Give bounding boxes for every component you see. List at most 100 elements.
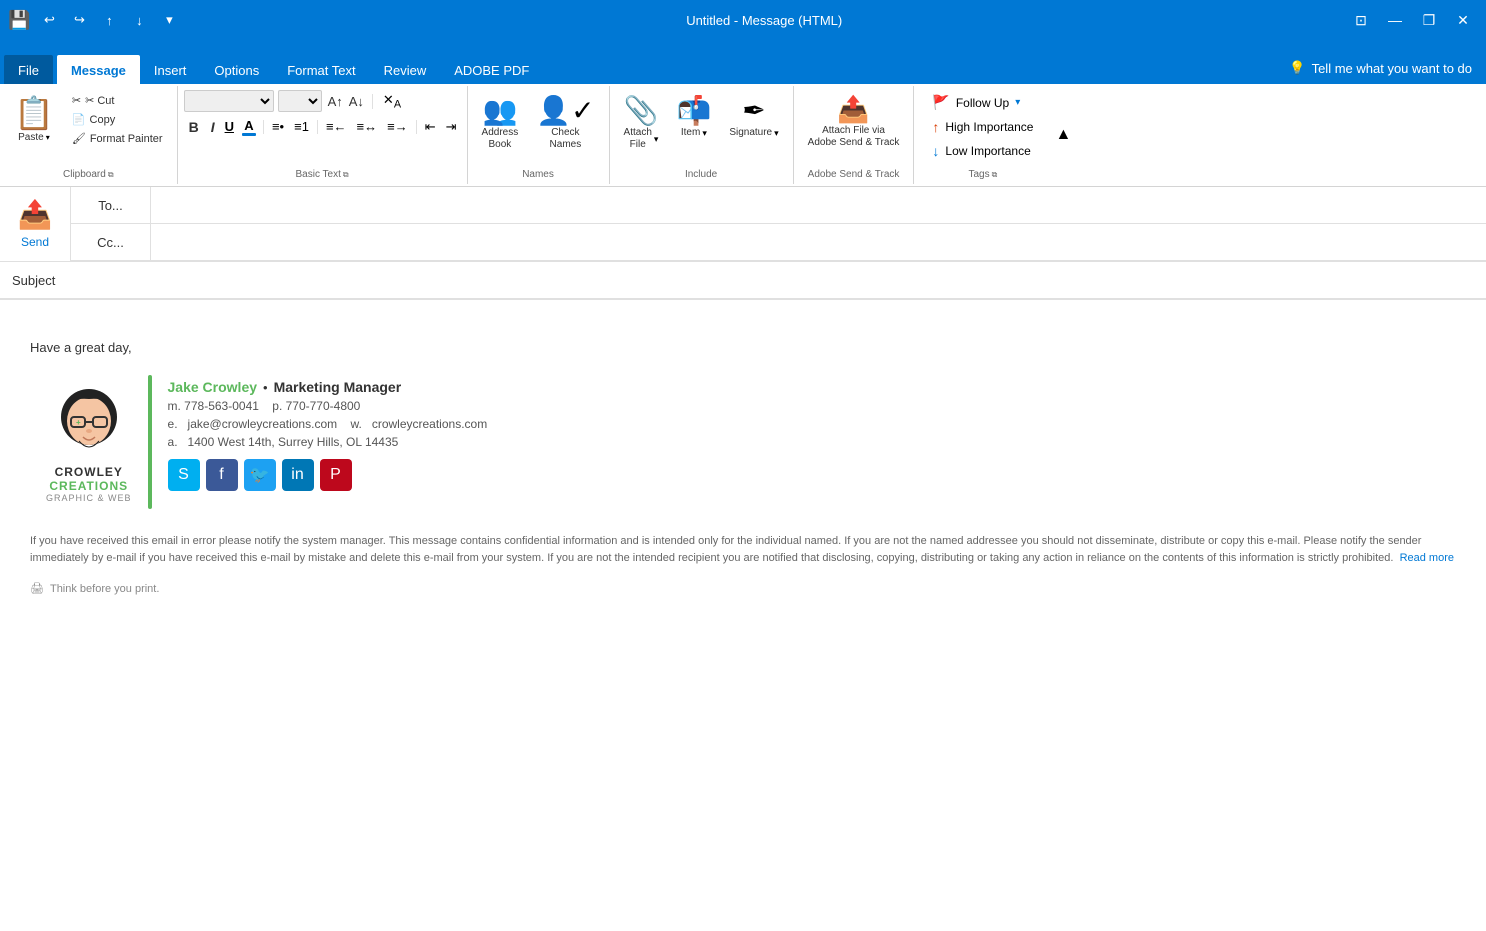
- window-title: Untitled - Message (HTML): [182, 13, 1346, 28]
- signature-dropdown-arrow[interactable]: ▾: [774, 128, 779, 139]
- email-body[interactable]: Have a great day,: [0, 300, 1486, 615]
- tab-options[interactable]: Options: [200, 55, 273, 84]
- signature-info: Jake Crowley • Marketing Manager m. 778-…: [152, 371, 504, 513]
- maximize-restore-btn[interactable]: ⊡: [1346, 5, 1376, 35]
- app-icon: 💾: [8, 10, 30, 31]
- font-family-select[interactable]: [184, 90, 274, 112]
- adobe-attach-button[interactable]: 📤 Attach File viaAdobe Send & Track: [800, 90, 908, 153]
- format-painter-icon: 🖌: [72, 132, 86, 145]
- increase-indent-button[interactable]: ⇥: [442, 117, 461, 137]
- clear-format-btn[interactable]: ✕A: [379, 90, 405, 113]
- adobe-group: 📤 Attach File viaAdobe Send & Track Adob…: [794, 86, 915, 184]
- pinterest-button[interactable]: P: [320, 459, 352, 491]
- tell-me-bar[interactable]: 💡 Tell me what you want to do: [1279, 56, 1482, 80]
- tags-group: 🚩 Follow Up ▾ ↑ High Importance ↓ Low Im…: [914, 86, 1051, 184]
- high-importance-button[interactable]: ↑ High Importance: [928, 117, 1037, 137]
- address-book-button[interactable]: 👥 AddressBook: [474, 90, 527, 155]
- paste-label: Paste: [18, 132, 44, 143]
- to-input[interactable]: [151, 187, 1486, 223]
- more-quick-access-btn[interactable]: ▾: [156, 7, 182, 33]
- paste-button[interactable]: 📋 Paste ▾: [6, 90, 62, 147]
- cc-input[interactable]: [151, 224, 1486, 260]
- names-group: 👥 AddressBook 👤✓ CheckNames Names: [468, 86, 610, 184]
- attach-file-dropdown-arrow[interactable]: ▾: [654, 134, 659, 145]
- copy-button[interactable]: 📄 Copy: [66, 111, 169, 128]
- sig-separator-dot: •: [263, 380, 268, 395]
- tags-label: Tags ⧉: [920, 167, 1045, 184]
- read-more-link[interactable]: Read more: [1400, 552, 1454, 564]
- italic-button[interactable]: I: [206, 117, 220, 137]
- align-right-button[interactable]: ≡→: [383, 117, 412, 136]
- attach-item-button[interactable]: 📬 Item ▾: [668, 90, 719, 143]
- align-left-button[interactable]: ≡←: [322, 117, 351, 136]
- to-button[interactable]: To...: [71, 187, 151, 223]
- up-btn[interactable]: ↑: [96, 7, 122, 33]
- attach-file-button[interactable]: 📎 AttachFile ▾: [616, 90, 667, 155]
- company-name: CROWLEY CREATIONS GRAPHIC & WEB: [46, 465, 132, 503]
- bullets-button[interactable]: ≡•: [268, 117, 288, 136]
- subject-input[interactable]: [80, 262, 1486, 298]
- attach-item-dropdown-arrow[interactable]: ▾: [702, 128, 707, 139]
- twitter-button[interactable]: 🐦: [244, 459, 276, 491]
- names-label: Names: [474, 167, 603, 184]
- bold-button[interactable]: B: [184, 117, 204, 137]
- tab-insert[interactable]: Insert: [140, 55, 201, 84]
- decrease-font-btn[interactable]: A↓: [347, 94, 366, 109]
- clipboard-expand-icon[interactable]: ⧉: [108, 170, 114, 180]
- ribbon: 📋 Paste ▾ ✂ ✂ Cut 📄 Copy 🖌 Format: [0, 84, 1486, 187]
- check-names-button[interactable]: 👤✓ CheckNames: [528, 90, 602, 155]
- font-size-select[interactable]: [278, 90, 322, 112]
- include-group: 📎 AttachFile ▾ 📬 Item ▾ ✒ Signature ▾: [610, 86, 794, 184]
- close-btn[interactable]: ✕: [1448, 5, 1478, 35]
- sig-email-row: e. jake@crowleycreations.com w. crowleyc…: [168, 417, 488, 431]
- font-color-button[interactable]: A: [239, 116, 259, 138]
- signature-area: Have a great day,: [30, 340, 1456, 595]
- skype-button[interactable]: S: [168, 459, 200, 491]
- decrease-indent-button[interactable]: ⇤: [421, 117, 440, 137]
- title-bar: 💾 ↩ ↪ ↑ ↓ ▾ Untitled - Message (HTML) ⊡ …: [0, 0, 1486, 40]
- font-selector-row: A↑ A↓ ✕A: [184, 90, 405, 113]
- linkedin-button[interactable]: in: [282, 459, 314, 491]
- undo-btn[interactable]: ↩: [36, 7, 62, 33]
- title-bar-left: 💾 ↩ ↪ ↑ ↓ ▾: [8, 7, 182, 33]
- tab-adobe-pdf[interactable]: ADOBE PDF: [440, 55, 543, 84]
- include-label: Include: [616, 167, 787, 184]
- cc-row: Cc...: [71, 224, 1486, 261]
- quick-access-toolbar: ↩ ↪ ↑ ↓ ▾: [36, 7, 182, 33]
- facebook-button[interactable]: f: [206, 459, 238, 491]
- minimize-btn[interactable]: —: [1380, 5, 1410, 35]
- low-importance-button[interactable]: ↓ Low Importance: [928, 141, 1037, 161]
- ribbon-collapse-button[interactable]: ▲: [1051, 86, 1075, 184]
- restore-btn[interactable]: ❐: [1414, 5, 1444, 35]
- paste-dropdown-arrow[interactable]: ▾: [46, 133, 50, 142]
- tab-file[interactable]: File: [4, 55, 53, 84]
- signature-button[interactable]: ✒ Signature ▾: [721, 90, 786, 143]
- numbered-list-button[interactable]: ≡1: [290, 117, 313, 136]
- basic-text-expand-icon[interactable]: ⧉: [343, 170, 349, 180]
- cc-button[interactable]: Cc...: [71, 224, 151, 260]
- tab-format-text[interactable]: Format Text: [273, 55, 369, 84]
- down-btn[interactable]: ↓: [126, 7, 152, 33]
- basic-text-label: Basic Text ⧉: [184, 167, 461, 184]
- underline-button[interactable]: U: [222, 117, 237, 136]
- send-button[interactable]: 📤 Send: [0, 187, 70, 259]
- tab-message[interactable]: Message: [57, 55, 140, 84]
- follow-up-dropdown-arrow[interactable]: ▾: [1015, 97, 1020, 108]
- tab-review[interactable]: Review: [370, 55, 441, 84]
- cut-button[interactable]: ✂ ✂ Cut: [66, 92, 169, 109]
- attach-item-icon: 📬: [676, 94, 711, 127]
- company-logo-svg: +: [49, 381, 129, 461]
- follow-up-button[interactable]: 🚩 Follow Up ▾: [928, 92, 1037, 113]
- company-logo-area: + CROWLEY CREATIONS GRAPHIC & WEB: [30, 371, 148, 513]
- follow-up-flag-icon: 🚩: [932, 94, 949, 111]
- tags-expand-icon[interactable]: ⧉: [992, 170, 998, 180]
- separator2: [263, 120, 264, 134]
- clipboard-group: 📋 Paste ▾ ✂ ✂ Cut 📄 Copy 🖌 Format: [0, 86, 178, 184]
- copy-icon: 📄: [72, 113, 86, 126]
- increase-font-btn[interactable]: A↑: [326, 94, 345, 109]
- align-center-button[interactable]: ≡↔: [353, 117, 382, 136]
- redo-btn[interactable]: ↪: [66, 7, 92, 33]
- format-painter-button[interactable]: 🖌 Format Painter: [66, 130, 169, 147]
- window-controls: ⊡ — ❐ ✕: [1346, 5, 1478, 35]
- font-size-controls: A↑ A↓: [326, 94, 366, 109]
